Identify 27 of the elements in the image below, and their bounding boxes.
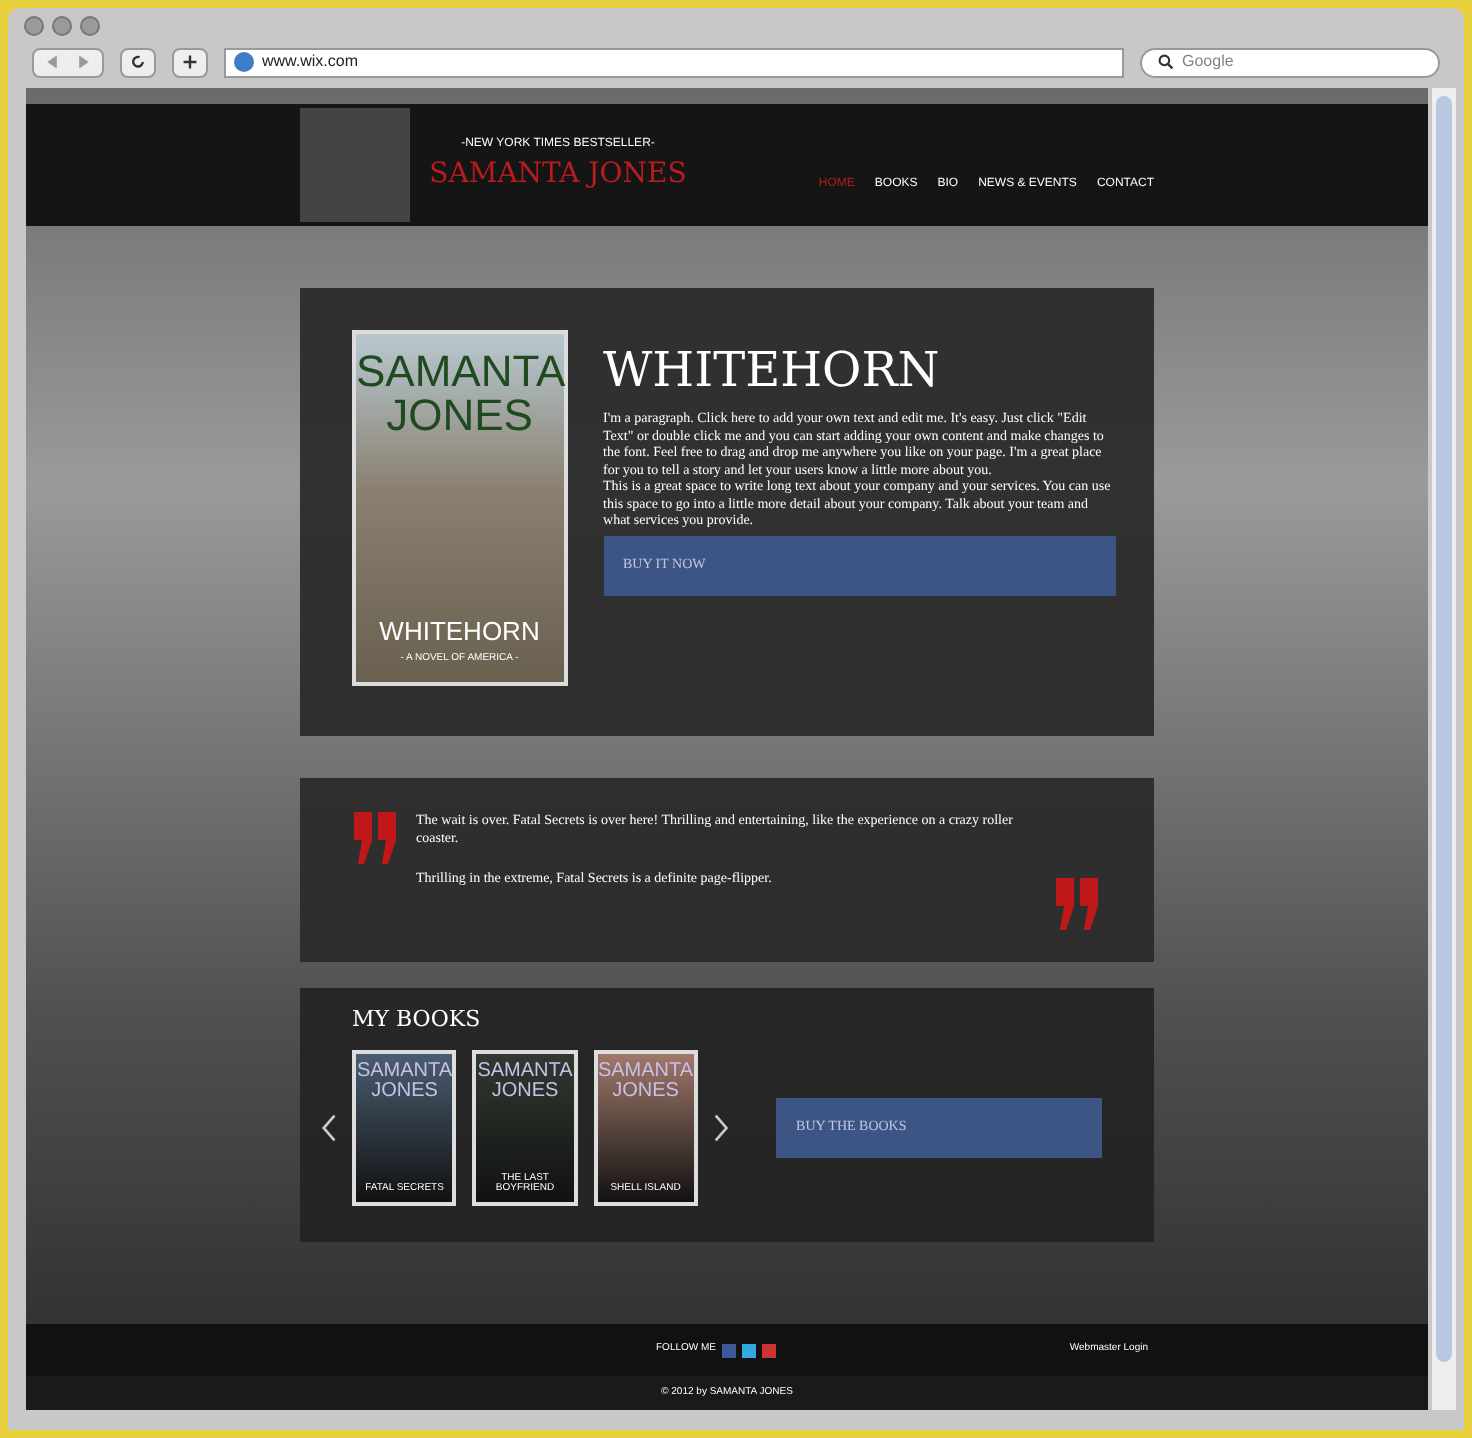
plus-icon — [182, 54, 198, 70]
close-quote-icon — [1054, 878, 1102, 930]
globe-icon — [234, 52, 254, 72]
search-icon — [1158, 54, 1174, 70]
search-input[interactable]: Google — [1182, 50, 1422, 74]
add-button[interactable] — [172, 47, 208, 77]
cover-author: SAMANTA JONES — [356, 1061, 453, 1101]
photo-placeholder — [300, 108, 410, 222]
cover-author: SAMANTA JONES — [597, 1061, 694, 1101]
search-field[interactable]: Google — [1140, 47, 1440, 77]
reload-icon — [130, 54, 146, 70]
chevron-right-icon[interactable] — [713, 1111, 729, 1143]
reload-button[interactable] — [120, 47, 156, 77]
cover-author: SAMANTA JONES — [356, 350, 564, 438]
cover-title: WHITEHORN — [379, 617, 540, 643]
site-title: SAMANTA JONES — [429, 155, 687, 193]
cover-author: SAMANTA JONES — [476, 1061, 574, 1101]
address-field[interactable]: www.wix.com — [224, 47, 1124, 77]
book-title: WHITEHORN — [603, 346, 942, 394]
scroll-thumb[interactable] — [1436, 96, 1452, 1362]
back-forward-button[interactable] — [32, 47, 104, 77]
scrollbar[interactable] — [1432, 88, 1456, 1410]
arrows-icon — [42, 54, 94, 70]
chevron-left-icon[interactable] — [322, 1111, 337, 1143]
section-title: MY BOOKS — [352, 1004, 483, 1036]
url-text: www.wix.com — [262, 50, 359, 74]
open-quote-icon — [352, 812, 400, 864]
